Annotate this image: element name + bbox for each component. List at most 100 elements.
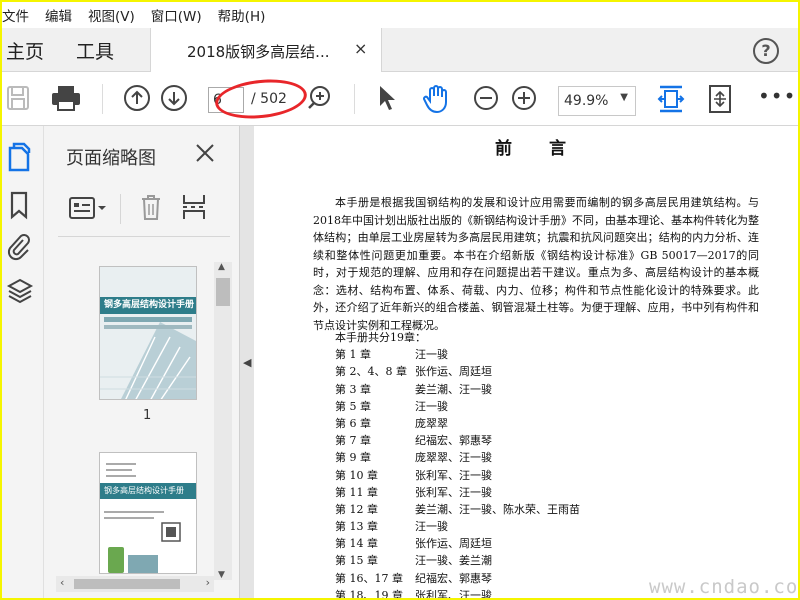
navigation-rail: [2, 126, 44, 598]
cover-subtitle-bar: [104, 317, 192, 322]
chapter-authors: 张作运、周廷垣: [415, 537, 492, 551]
chapter-number: 第 14 章: [335, 537, 378, 551]
menu-file[interactable]: 文件: [2, 5, 29, 25]
thumbnail-text-line: [106, 463, 136, 465]
panel-title: 页面缩略图: [66, 148, 156, 169]
tab-bar: 主页 工具 2018版钢多高层结... × ?: [2, 28, 798, 72]
tab-tools[interactable]: 工具: [76, 37, 114, 64]
previous-page-icon[interactable]: [123, 84, 151, 116]
cover-subtitle-bar: [104, 325, 192, 329]
chapter-row: 第 2、4、8 章张作运、周廷垣: [313, 363, 733, 380]
delete-page-icon[interactable]: [138, 192, 164, 226]
tab-document[interactable]: 2018版钢多高层结... ×: [150, 28, 382, 72]
zoom-out-icon[interactable]: [472, 84, 500, 116]
menu-view[interactable]: 视图(V): [88, 5, 135, 25]
hand-tool-icon[interactable]: [422, 84, 452, 118]
collapse-panel-icon[interactable]: ◀: [243, 356, 251, 369]
scroll-down-icon[interactable]: ▼: [218, 570, 225, 580]
toolbar: 6 / 502 49.9% ▼ •••: [2, 72, 798, 126]
toolbar-divider: [102, 84, 103, 114]
chapter-row: 第 3 章 姜兰潮、汪一骏: [313, 381, 733, 398]
chapter-number: 第 15 章: [335, 554, 378, 568]
chapter-authors: 张利军、汪一骏: [415, 588, 492, 598]
toolbar-divider: [354, 84, 355, 114]
chapter-row: 第 10 章 张利军、汪一骏: [313, 467, 733, 484]
chapter-number: 第 18、19 章: [335, 588, 403, 598]
page-thumbnails-icon[interactable]: [6, 142, 32, 176]
thumbnail-options-icon[interactable]: [68, 196, 108, 224]
menu-edit[interactable]: 编辑: [45, 5, 72, 25]
scrollbar-thumb[interactable]: [74, 579, 180, 589]
chapter-row: 第 11 章 张利军、汪一骏: [313, 484, 733, 501]
thumbnail-text-line: [106, 475, 136, 477]
chapter-number: 第 16、17 章: [335, 571, 403, 585]
zoom-level-value: 49.9%: [564, 93, 609, 109]
chapter-row: 第 9 章 庞翠翠、汪一骏: [313, 449, 733, 466]
chapter-authors: 张利军、汪一骏: [415, 485, 492, 499]
split-page-icon[interactable]: [180, 192, 210, 226]
fit-page-icon[interactable]: [656, 84, 686, 118]
chapter-number: 第 6 章: [335, 416, 371, 430]
zoom-level-select[interactable]: 49.9% ▼: [558, 86, 636, 116]
chapter-authors: 汪一骏: [415, 348, 448, 362]
chapter-authors: 张作运、周廷垣: [415, 365, 492, 379]
scrollbar-thumb[interactable]: [216, 278, 230, 306]
bookmarks-icon[interactable]: [6, 190, 32, 224]
help-icon[interactable]: ?: [753, 38, 779, 64]
red-annotation-circle: [213, 75, 309, 123]
menu-window[interactable]: 窗口(W): [151, 5, 202, 25]
thumbnail-scrollbar-horizontal[interactable]: ‹ ›: [56, 576, 214, 592]
full-screen-icon[interactable]: [706, 84, 734, 118]
next-page-icon[interactable]: [160, 84, 188, 116]
chapter-authors: 汪一骏: [415, 520, 448, 534]
panel-splitter[interactable]: ◀: [240, 126, 254, 598]
chapter-row: 第 12 章 姜兰潮、汪一骏、陈水荣、王雨苗: [313, 501, 733, 518]
cover-title: 钢多高层结构设计手册: [100, 297, 196, 314]
chapter-number: 第 3 章: [335, 382, 371, 396]
site-watermark: www.cndao.com: [649, 576, 798, 598]
chapter-authors: 庞翠翠、汪一骏: [415, 451, 492, 465]
chapter-number: 第 11 章: [335, 485, 378, 499]
chapter-number: 第 2、4、8 章: [335, 365, 407, 379]
chapter-number: 第 5 章: [335, 399, 371, 413]
scroll-right-icon[interactable]: ›: [206, 576, 210, 589]
close-panel-icon[interactable]: [194, 142, 216, 168]
app-window: 文件 编辑 视图(V) 窗口(W) 帮助(H) 主页 工具 2018版钢多高层结…: [2, 2, 798, 598]
scroll-up-icon[interactable]: ▲: [218, 262, 225, 272]
chapter-row: 第 14 章 张作运、周廷垣: [313, 535, 733, 552]
save-icon[interactable]: [6, 84, 30, 116]
chapter-number: 第 12 章: [335, 502, 378, 516]
attachments-icon[interactable]: [6, 232, 32, 266]
menu-help[interactable]: 帮助(H): [218, 5, 266, 25]
page-heading: 前 言: [495, 139, 567, 159]
print-icon[interactable]: [50, 84, 82, 116]
thumbnail-text-line: [106, 469, 132, 471]
select-cursor-icon[interactable]: [376, 84, 398, 116]
document-view[interactable]: 前 言 本手册是根据我国钢结构的发展和设计应用需要而编制的钢多高层民用建筑结构。…: [254, 126, 798, 598]
chapter-number: 第 7 章: [335, 434, 371, 448]
chapter-row: 第 6 章 庞翠翠: [313, 415, 733, 432]
thumbnails-panel: 页面缩略图 钢多高层结构设计手册 1 钢多高层结构设计手册 ▲ ▼ ‹ ›: [44, 126, 240, 598]
chapter-row: 第 13 章 汪一骏: [313, 518, 733, 535]
chapter-authors: 姜兰潮、汪一骏、陈水荣、王雨苗: [415, 502, 580, 516]
chapter-authors: 姜兰潮、汪一骏: [415, 382, 492, 396]
page-thumbnail-2[interactable]: 钢多高层结构设计手册: [99, 452, 197, 574]
preface-paragraph: 本手册是根据我国钢结构的发展和设计应用需要而编制的钢多高层民用建筑结构。与201…: [313, 196, 759, 332]
chapter-authors: 庞翠翠: [415, 416, 448, 430]
layers-icon[interactable]: [6, 276, 34, 310]
chapter-list: 本手册共分19章： 第 1 章汪一骏第 2、4、8 章张作运、周廷垣第 3 章姜…: [313, 329, 733, 598]
cover-title: 钢多高层结构设计手册: [100, 483, 196, 499]
page-thumbnail-1[interactable]: 钢多高层结构设计手册: [99, 266, 197, 400]
more-tools-icon[interactable]: •••: [758, 86, 796, 106]
zoom-search-icon[interactable]: [306, 84, 334, 116]
chapter-authors: 纪福宏、郭惠琴: [415, 571, 492, 585]
scroll-left-icon[interactable]: ‹: [60, 576, 64, 589]
chapter-number: 第 9 章: [335, 451, 371, 465]
tab-home[interactable]: 主页: [6, 37, 44, 64]
chapter-authors: 汪一骏: [415, 399, 448, 413]
thumbnail-scrollbar-vertical[interactable]: ▲ ▼: [214, 262, 232, 580]
chapter-authors: 张利军、汪一骏: [415, 468, 492, 482]
zoom-in-icon[interactable]: [510, 84, 538, 116]
chapter-row: 第 1 章 汪一骏: [313, 346, 733, 363]
close-tab-icon[interactable]: ×: [354, 39, 367, 58]
